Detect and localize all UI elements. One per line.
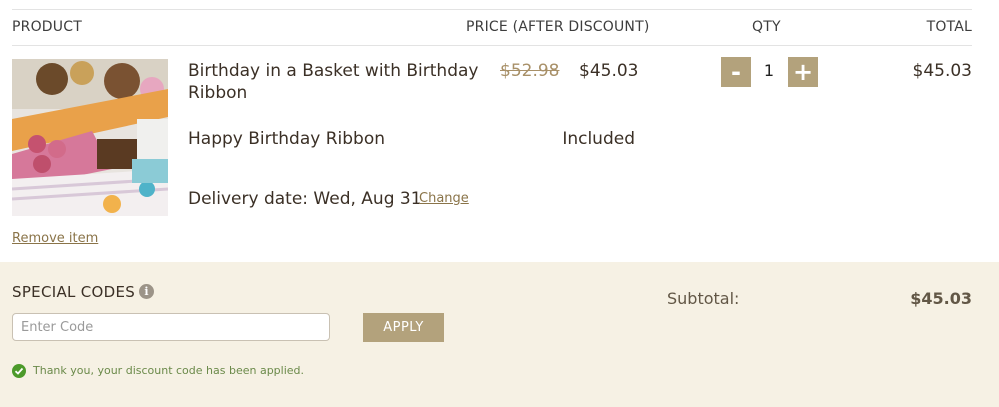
check-circle-icon <box>12 364 26 378</box>
remove-item-link[interactable]: Remove item <box>12 231 98 246</box>
qty-increase-button[interactable]: + <box>788 57 818 87</box>
qty-decrease-button[interactable]: - <box>721 57 751 87</box>
header-price: PRICE (AFTER DISCOUNT) <box>466 19 650 35</box>
subtotal-label: Subtotal: <box>667 289 740 308</box>
top-divider <box>12 9 972 10</box>
special-codes-title: SPECIAL CODES <box>12 283 136 301</box>
header-qty: QTY <box>752 19 781 35</box>
original-price: $52.98 <box>500 61 560 81</box>
product-photo-icon <box>12 59 168 216</box>
product-image[interactable] <box>12 59 168 216</box>
header-product: PRODUCT <box>12 19 82 35</box>
line-total: $45.03 <box>912 61 972 81</box>
apply-button[interactable]: APPLY <box>363 313 444 342</box>
change-delivery-link[interactable]: Change <box>419 191 469 206</box>
header-total: TOTAL <box>926 19 972 35</box>
product-name[interactable]: Birthday in a Basket with Birthday Ribbo… <box>188 60 488 104</box>
discounted-price: $45.03 <box>579 61 639 81</box>
qty-value[interactable]: 1 <box>755 61 783 80</box>
header-divider <box>12 45 972 46</box>
special-codes-panel: SPECIAL CODES i APPLY Thank you, your di… <box>0 262 999 407</box>
addon-name: Happy Birthday Ribbon <box>188 129 386 149</box>
subtotal-value: $45.03 <box>910 289 972 308</box>
promo-code-input[interactable] <box>12 313 330 341</box>
info-icon[interactable]: i <box>139 284 154 299</box>
discount-success-message: Thank you, your discount code has been a… <box>33 364 305 377</box>
delivery-date: Delivery date: Wed, Aug 31 <box>188 189 422 209</box>
addon-status: Included <box>562 129 635 149</box>
